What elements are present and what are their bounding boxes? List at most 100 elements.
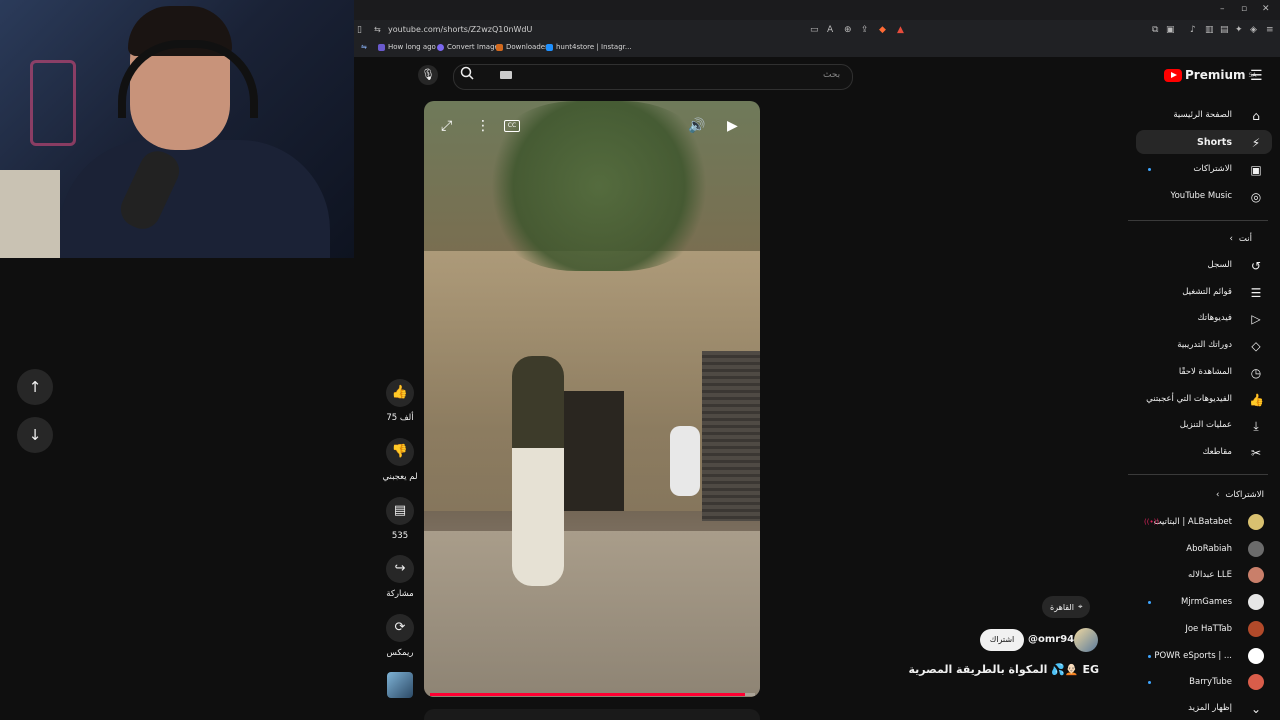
shorts-video-player[interactable] bbox=[424, 101, 760, 697]
chevron-icon: ‹ bbox=[1216, 490, 1220, 500]
next-short-button[interactable]: ↓ bbox=[17, 417, 53, 453]
sidebar-item-label[interactable]: Shorts bbox=[1197, 137, 1232, 148]
comments-button[interactable]: ▤ bbox=[386, 497, 414, 525]
channel-name[interactable]: @omr94 bbox=[1028, 634, 1074, 645]
bookmark-hunt4store[interactable]: hunt4store | Instagr... bbox=[546, 43, 632, 51]
remix-label: ريمكس bbox=[386, 648, 414, 658]
subscription-channel-label[interactable]: البتاتيت | ALBatabet bbox=[1154, 517, 1232, 527]
bookmark-how-long-ago[interactable]: How long ago bbox=[378, 43, 436, 51]
location-chip[interactable]: القاهرة ⌖ bbox=[1042, 596, 1091, 618]
sidebar-item-label[interactable]: الاشتراكات bbox=[1193, 164, 1232, 174]
sidepanel-icon[interactable]: ▥ bbox=[1205, 25, 1214, 35]
volume-icon[interactable]: 🔊 bbox=[688, 118, 705, 134]
leo-icon[interactable]: ✦ bbox=[1235, 25, 1243, 35]
sidebar-item-label[interactable]: YouTube Music bbox=[1171, 191, 1232, 201]
sidebar-toggle-icon[interactable]: ▯ bbox=[357, 25, 362, 35]
search-input[interactable] bbox=[453, 64, 853, 90]
captions-icon[interactable]: CC bbox=[504, 120, 520, 132]
shorts-icon[interactable]: ⚡ bbox=[1249, 136, 1263, 150]
channel-avatar[interactable] bbox=[1248, 540, 1264, 557]
show-more-label[interactable]: إظهار المزيد bbox=[1188, 703, 1232, 713]
subscriptions-icon[interactable]: ▣ bbox=[1249, 163, 1263, 177]
sound-source-thumbnail[interactable] bbox=[387, 672, 413, 698]
you-section-header[interactable]: ‹ أنت bbox=[1230, 234, 1252, 244]
courses-icon[interactable]: ◇ bbox=[1249, 339, 1263, 353]
sidebar-item-label[interactable]: مقاطعك bbox=[1203, 447, 1232, 457]
arrow-up-icon: ↑ bbox=[28, 378, 42, 396]
maximize-button[interactable]: ▫ bbox=[1241, 4, 1247, 14]
channel-avatar[interactable] bbox=[1248, 514, 1264, 530]
playlist-icon[interactable]: ☰ bbox=[1249, 286, 1263, 300]
subscriptions-section-header[interactable]: ‹ الاشتراكات bbox=[1216, 490, 1264, 500]
bookmark-convert-image[interactable]: Convert Image bbox=[437, 43, 499, 51]
share-button[interactable]: ↪ bbox=[386, 555, 414, 583]
like-button[interactable]: 👍 bbox=[386, 379, 414, 407]
previous-short-button[interactable]: ↑ bbox=[17, 369, 53, 405]
bookmarks-bar-icon[interactable]: ⇋ bbox=[361, 43, 367, 51]
search-placeholder: بحث bbox=[823, 70, 841, 80]
sidebar-item-label[interactable]: الفيديوهات التي أعجبتني bbox=[1146, 394, 1232, 404]
more-options-icon[interactable]: ⋮ bbox=[476, 118, 490, 134]
channel-avatar[interactable] bbox=[1248, 594, 1264, 611]
channel-avatar[interactable] bbox=[1248, 647, 1264, 664]
next-video-preview[interactable] bbox=[424, 709, 760, 720]
minimize-button[interactable]: – bbox=[1220, 4, 1225, 14]
youtube-logo-icon bbox=[1164, 68, 1182, 82]
home-icon[interactable]: ⌂ bbox=[1249, 109, 1263, 123]
dislike-button[interactable]: 👎 bbox=[386, 438, 414, 466]
wallet-icon[interactable]: ▣ bbox=[1166, 25, 1175, 35]
voice-search-button[interactable]: 🎙 bbox=[418, 65, 438, 85]
brave-shield-icon[interactable]: ◆ bbox=[879, 25, 886, 35]
music-icon[interactable]: ◎ bbox=[1249, 190, 1263, 204]
video-title: المكواة بالطريقة المصرية 💦🧑🏻‍🦲 EG bbox=[908, 663, 1099, 676]
vpn-icon[interactable]: ◈ bbox=[1250, 25, 1257, 35]
bookmarks-icon[interactable]: ▤ bbox=[1220, 25, 1229, 35]
menu-icon[interactable]: ≡ bbox=[1266, 25, 1274, 35]
site-info-icon[interactable]: ⇆ bbox=[374, 25, 381, 34]
sidebar-item-label[interactable]: السجل bbox=[1208, 260, 1232, 270]
channel-avatar[interactable] bbox=[1248, 620, 1264, 637]
your-videos-icon[interactable]: ▷ bbox=[1249, 312, 1263, 326]
play-icon[interactable]: ▶ bbox=[727, 118, 738, 134]
new-content-dot bbox=[1148, 168, 1151, 171]
subscription-channel-label[interactable]: AboRabiah bbox=[1186, 544, 1232, 554]
remix-button[interactable]: ⟳ bbox=[386, 614, 414, 642]
channel-avatar[interactable] bbox=[1074, 628, 1098, 652]
chevron-down-icon[interactable]: ⌄ bbox=[1249, 702, 1263, 716]
translate-icon[interactable]: A bbox=[827, 25, 833, 35]
download-icon[interactable]: ⤓ bbox=[1249, 419, 1263, 433]
scissors-icon[interactable]: ✂ bbox=[1249, 446, 1263, 460]
guide-menu-button[interactable]: ☰ bbox=[1250, 68, 1263, 84]
keyboard-icon[interactable] bbox=[500, 71, 512, 79]
sidebar-item-label[interactable]: فيديوهاتك bbox=[1198, 313, 1232, 323]
sidebar-item-label[interactable]: المشاهدة لاحقًا bbox=[1179, 367, 1232, 377]
sidebar-item-label[interactable]: دوراتك التدريبية bbox=[1177, 340, 1232, 350]
progress-bar[interactable] bbox=[430, 693, 746, 696]
media-icon[interactable]: ♪ bbox=[1190, 25, 1196, 35]
subscribe-button[interactable]: اشتراك bbox=[980, 629, 1024, 651]
bookmark-downloader[interactable]: Downloader bbox=[496, 43, 548, 51]
history-icon[interactable]: ↺ bbox=[1249, 259, 1263, 273]
like-icon[interactable]: 👍 bbox=[1249, 393, 1264, 407]
new-content-dot bbox=[1148, 654, 1151, 658]
subscription-channel-label[interactable]: POWR eSports | ... bbox=[1154, 651, 1232, 661]
clock-icon[interactable]: ◷ bbox=[1249, 366, 1263, 380]
share-icon[interactable]: ⇪ bbox=[861, 25, 869, 35]
sidebar-item-label[interactable]: قوائم التشغيل bbox=[1182, 287, 1232, 297]
zoom-icon[interactable]: ⊕ bbox=[844, 25, 852, 35]
search-icon[interactable] bbox=[460, 66, 474, 80]
subscription-channel-label[interactable]: BarryTube bbox=[1189, 677, 1232, 687]
youtube-premium-logo[interactable]: Premium SA bbox=[1164, 68, 1257, 82]
fullscreen-icon[interactable]: ⤢ bbox=[441, 118, 452, 134]
address-bar[interactable]: youtube.com/shorts/Z2wzQ10nWdU bbox=[388, 25, 532, 34]
extensions-icon[interactable]: ⧉ bbox=[1152, 25, 1158, 35]
sidebar-item-label[interactable]: الصفحة الرئيسية bbox=[1173, 110, 1232, 120]
sidebar-item-label[interactable]: عمليات التنزيل bbox=[1180, 420, 1232, 430]
subscription-channel-label[interactable]: عبدالاله LLE bbox=[1188, 570, 1232, 580]
rewards-icon[interactable]: ▲ bbox=[897, 25, 904, 35]
subscription-channel-label[interactable]: Joe HaTTab bbox=[1185, 624, 1232, 634]
bookmark-favicon-icon bbox=[546, 43, 553, 51]
subscription-channel-label[interactable]: MjrmGames bbox=[1181, 597, 1232, 607]
close-window-button[interactable]: ✕ bbox=[1262, 4, 1270, 14]
screen-icon[interactable]: ▭ bbox=[810, 25, 819, 35]
